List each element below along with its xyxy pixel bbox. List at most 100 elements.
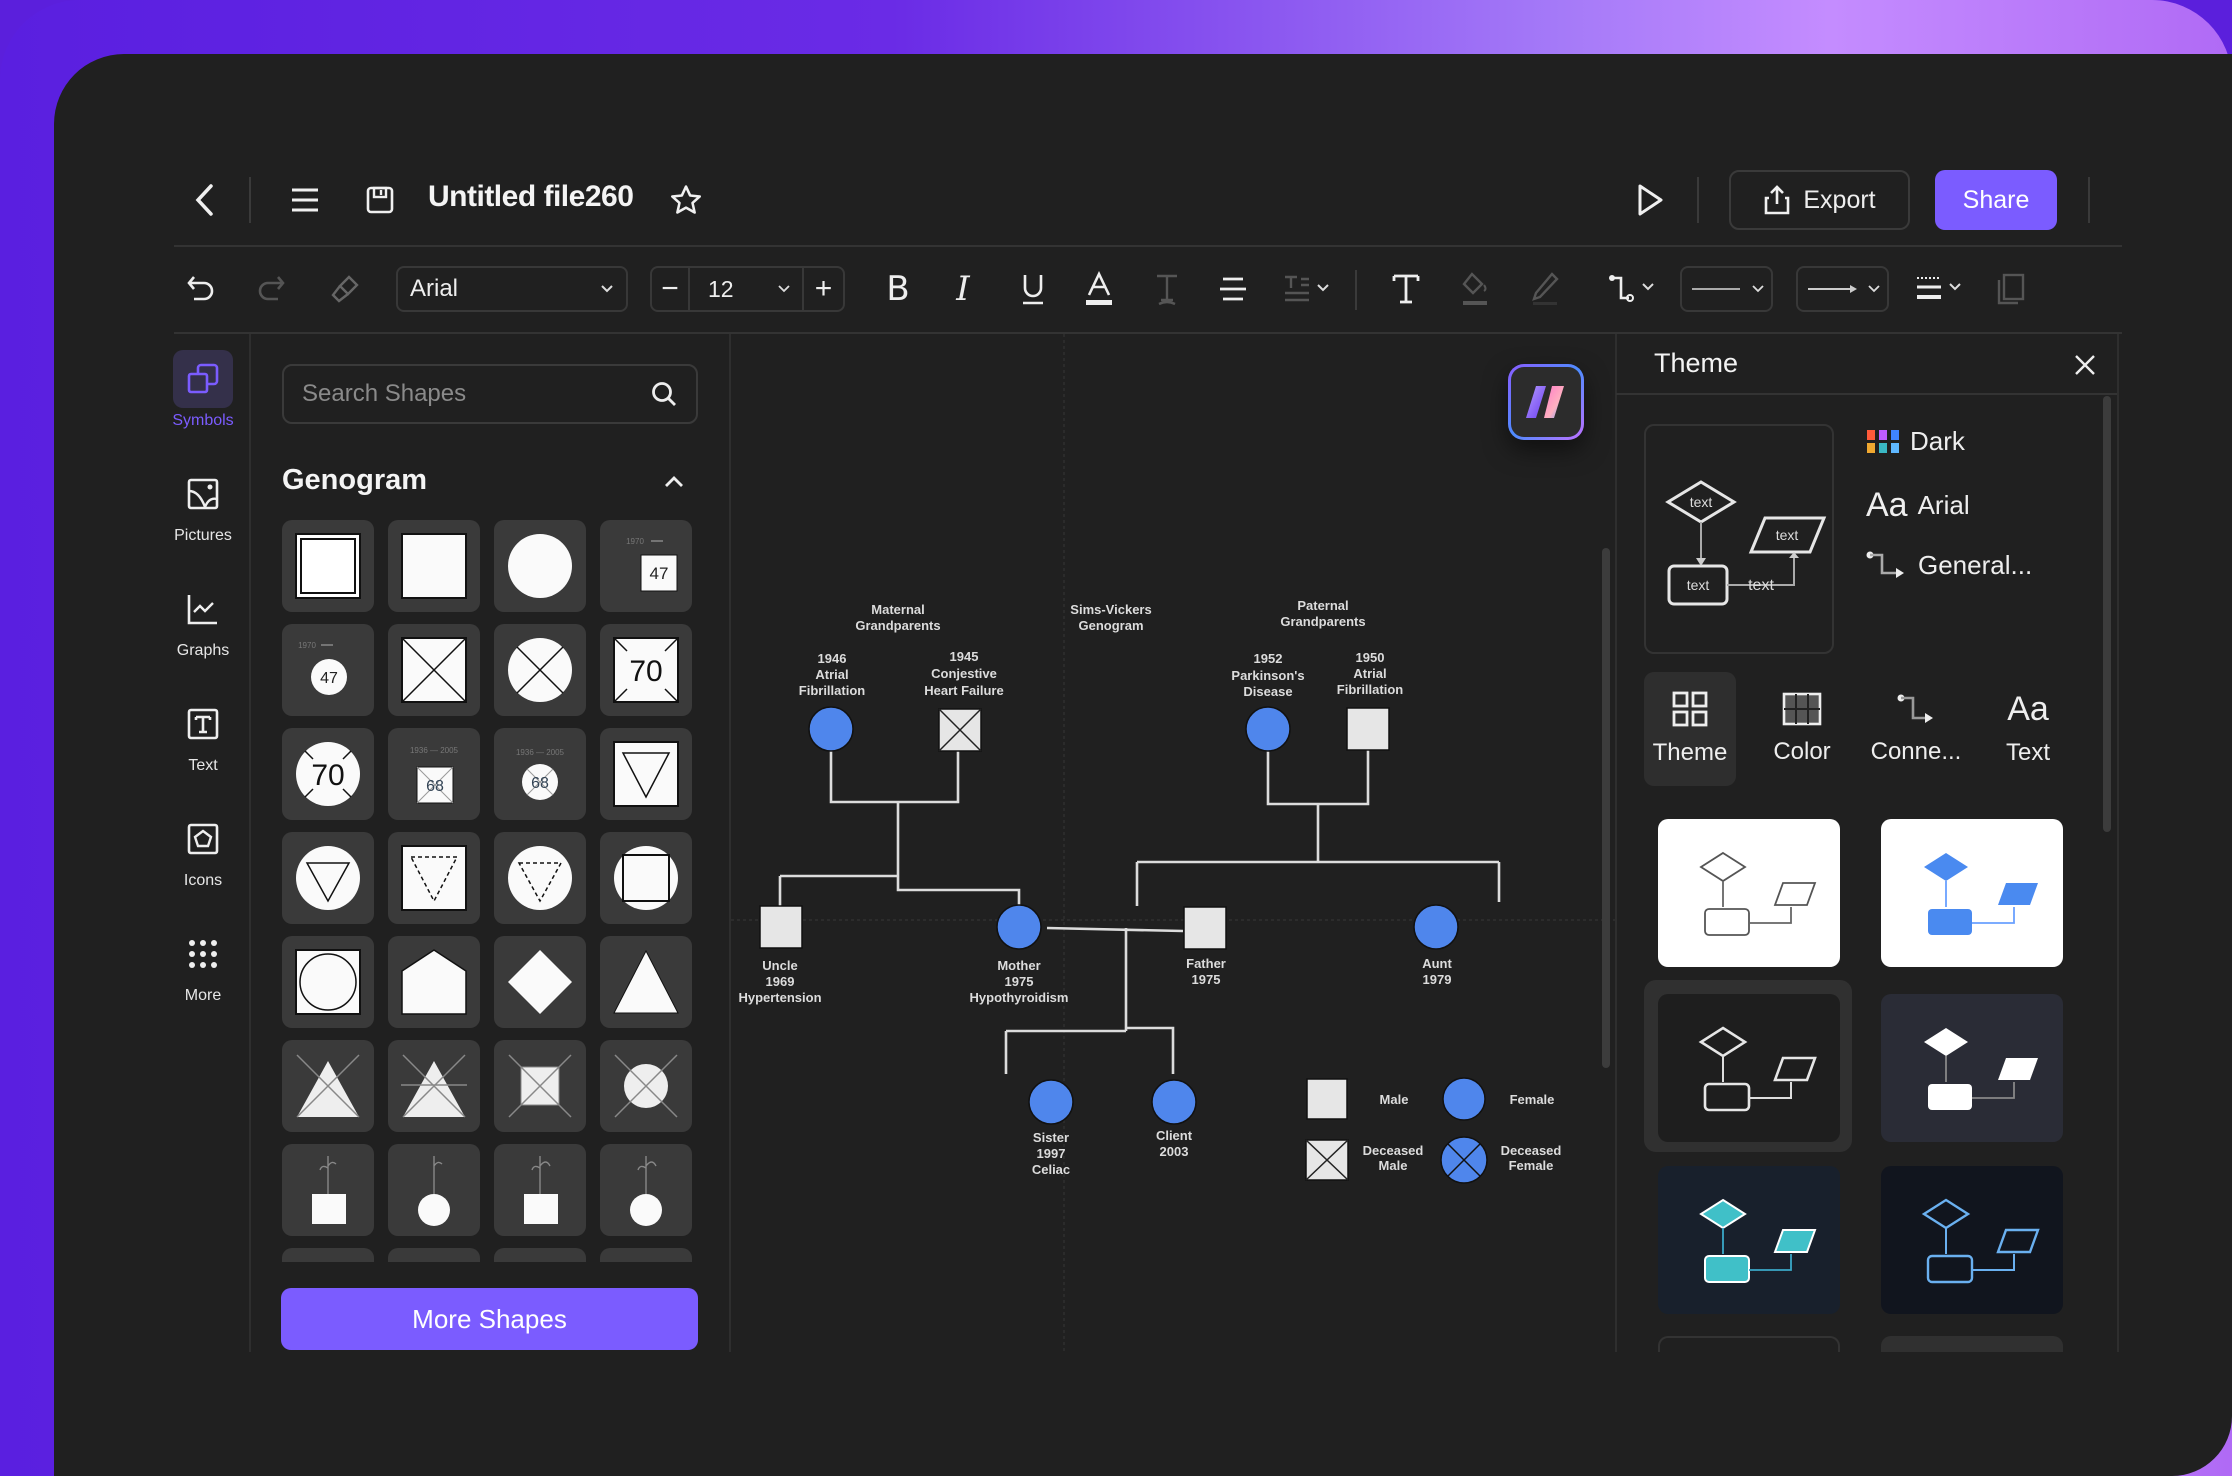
mother-node[interactable] bbox=[996, 904, 1042, 950]
font-family-select[interactable]: Arial bbox=[396, 266, 628, 312]
theme-card-dark-outline[interactable] bbox=[1658, 994, 1840, 1142]
theme-card-navy-outline[interactable] bbox=[1881, 1166, 2063, 1314]
rail-item-pictures[interactable]: Pictures bbox=[168, 465, 238, 545]
shape-triangle[interactable] bbox=[600, 936, 692, 1028]
ai-assistant-button[interactable] bbox=[1508, 364, 1584, 440]
theme-tab-color[interactable]: Color bbox=[1756, 672, 1848, 786]
shape-male[interactable] bbox=[388, 520, 480, 612]
paternal-grandfather-node[interactable] bbox=[1346, 707, 1390, 751]
theme-tab-text[interactable]: Aa Text bbox=[1982, 672, 2074, 786]
shape-square-circle[interactable] bbox=[282, 936, 374, 1028]
theme-card-partial[interactable] bbox=[1881, 1336, 2063, 1352]
rail-item-symbols[interactable]: Symbols bbox=[168, 350, 238, 430]
shape-female-age[interactable]: 1970 47 bbox=[282, 624, 374, 716]
shape-deceased-square-small[interactable] bbox=[494, 1040, 586, 1132]
shape-female[interactable] bbox=[494, 520, 586, 612]
connector-type-button[interactable] bbox=[1604, 266, 1660, 312]
format-painter-button[interactable] bbox=[322, 266, 368, 312]
undo-button[interactable] bbox=[178, 266, 224, 312]
line-color-button[interactable] bbox=[1522, 266, 1568, 312]
decrease-font-size-button[interactable]: − bbox=[652, 268, 690, 310]
shape-cell[interactable] bbox=[494, 1248, 586, 1262]
shape-cell[interactable] bbox=[388, 1248, 480, 1262]
text-style-button[interactable] bbox=[1144, 266, 1190, 312]
document-title[interactable]: Untitled file260 bbox=[428, 180, 634, 214]
shape-cell[interactable] bbox=[600, 1248, 692, 1262]
text-spacing-button[interactable] bbox=[1276, 266, 1336, 312]
more-shapes-button[interactable]: More Shapes bbox=[281, 1288, 698, 1350]
sister-node[interactable] bbox=[1028, 1079, 1074, 1125]
fill-color-button[interactable] bbox=[1452, 266, 1498, 312]
paternal-grandmother-node[interactable] bbox=[1245, 706, 1291, 752]
shape-deceased-male-age[interactable]: 70 bbox=[600, 624, 692, 716]
rail-item-icons[interactable]: Icons bbox=[168, 810, 238, 890]
theme-connector-option[interactable]: General... bbox=[1866, 550, 2032, 581]
save-button[interactable] bbox=[360, 180, 400, 220]
father-node[interactable] bbox=[1183, 906, 1227, 950]
shape-female-leaf[interactable] bbox=[600, 1144, 692, 1236]
italic-button[interactable]: I bbox=[940, 266, 986, 312]
present-button[interactable] bbox=[1630, 178, 1670, 222]
shape-cell[interactable] bbox=[282, 1248, 374, 1262]
collapse-category-button[interactable] bbox=[656, 466, 692, 498]
underline-button[interactable] bbox=[1010, 266, 1056, 312]
shape-miscarriage-square[interactable] bbox=[388, 832, 480, 924]
theme-panel-scrollbar[interactable] bbox=[2103, 396, 2111, 832]
font-color-button[interactable] bbox=[1076, 266, 1122, 312]
rail-item-more[interactable]: More bbox=[168, 925, 238, 1005]
shape-male-sprout[interactable] bbox=[282, 1144, 374, 1236]
line-weight-button[interactable] bbox=[1910, 266, 1968, 312]
uncle-node[interactable] bbox=[759, 905, 803, 949]
shape-male-lifespan[interactable]: 1936 — 2005 68 bbox=[388, 728, 480, 820]
increase-font-size-button[interactable]: + bbox=[804, 268, 843, 310]
menu-button[interactable] bbox=[285, 180, 325, 220]
shape-miscarriage-circle[interactable] bbox=[494, 832, 586, 924]
maternal-grandmother-node[interactable] bbox=[808, 706, 854, 752]
shape-circle-square[interactable] bbox=[600, 832, 692, 924]
shape-female-lifespan[interactable]: 1936 — 2005 68 bbox=[494, 728, 586, 820]
shape-deceased-circle-small[interactable] bbox=[600, 1040, 692, 1132]
arrange-button[interactable] bbox=[1988, 266, 2034, 312]
shape-deceased-male[interactable] bbox=[388, 624, 480, 716]
shape-pregnancy-square[interactable] bbox=[600, 728, 692, 820]
share-button[interactable]: Share bbox=[1935, 170, 2057, 230]
favorite-button[interactable] bbox=[666, 180, 706, 220]
rail-item-text[interactable]: Text bbox=[168, 695, 238, 775]
maternal-grandfather-node[interactable] bbox=[938, 708, 982, 752]
shape-male-leaf[interactable] bbox=[494, 1144, 586, 1236]
redo-button[interactable] bbox=[248, 266, 294, 312]
diagram-canvas[interactable]: Maternal Grandparents Sims-Vickers Genog… bbox=[731, 334, 1615, 1352]
aunt-node[interactable] bbox=[1413, 904, 1459, 950]
shape-male-double-border[interactable] bbox=[282, 520, 374, 612]
font-size-input[interactable]: 12 bbox=[690, 268, 804, 310]
back-button[interactable] bbox=[186, 180, 222, 220]
shape-deceased-triangle[interactable] bbox=[282, 1040, 374, 1132]
shape-deceased-female-age[interactable]: 70 bbox=[282, 728, 374, 820]
shape-deceased-female[interactable] bbox=[494, 624, 586, 716]
theme-tab-theme[interactable]: Theme bbox=[1644, 672, 1736, 786]
theme-card-light-blue[interactable] bbox=[1881, 819, 2063, 967]
current-theme-preview[interactable]: text text text text bbox=[1644, 424, 1834, 654]
search-shapes-input[interactable]: Search Shapes bbox=[282, 364, 698, 424]
shape-diamond[interactable] bbox=[494, 936, 586, 1028]
search-icon[interactable] bbox=[650, 380, 678, 408]
text-tool-button[interactable] bbox=[1383, 266, 1429, 312]
arrow-style-select[interactable] bbox=[1796, 266, 1889, 312]
canvas-scrollbar[interactable] bbox=[1602, 548, 1610, 1068]
rail-item-graphs[interactable]: Graphs bbox=[168, 580, 238, 660]
theme-font-option[interactable]: Aa Arial bbox=[1866, 486, 1970, 525]
shape-pentagon[interactable] bbox=[388, 936, 480, 1028]
bold-button[interactable]: B bbox=[875, 266, 921, 312]
theme-card-dark-filled[interactable] bbox=[1881, 994, 2063, 1142]
export-button[interactable]: Export bbox=[1729, 170, 1910, 230]
theme-card-partial[interactable] bbox=[1658, 1336, 1840, 1352]
shape-pregnancy-circle[interactable] bbox=[282, 832, 374, 924]
shape-female-sprout[interactable] bbox=[388, 1144, 480, 1236]
shape-male-age[interactable]: 1970 47 bbox=[600, 520, 692, 612]
color-scheme-option[interactable]: Dark bbox=[1866, 426, 1965, 457]
shape-stillbirth-triangle[interactable] bbox=[388, 1040, 480, 1132]
theme-card-navy-teal[interactable] bbox=[1658, 1166, 1840, 1314]
theme-card-light-outline[interactable] bbox=[1658, 819, 1840, 967]
align-button[interactable] bbox=[1210, 266, 1256, 312]
client-node[interactable] bbox=[1151, 1079, 1197, 1125]
